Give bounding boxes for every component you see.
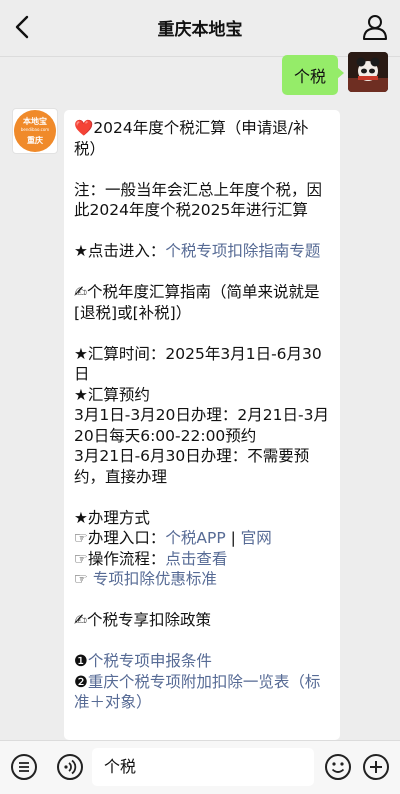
input-bar: 个税	[0, 740, 400, 794]
person-icon[interactable]	[362, 13, 388, 41]
bendibao-logo: 本地宝 bendibao.com 重庆	[14, 110, 56, 152]
message-line: ★点击进入：个税专项扣除指南专题	[74, 241, 330, 262]
message-link[interactable]: 点击查看	[165, 550, 227, 568]
message-line: ★办理方式	[74, 508, 330, 529]
bot-message-bubble[interactable]: ❤️2024年度个税汇算（申请退/补税） 注：一般当年会汇总上年度个税，因此202…	[64, 110, 340, 740]
voice-icon[interactable]	[56, 753, 84, 781]
message-line: ☞办理入口：个税APP | 官网	[74, 528, 330, 549]
user-avatar[interactable]	[348, 52, 388, 92]
message-text: ★汇算预约	[74, 385, 150, 404]
message-input[interactable]: 个税	[92, 748, 314, 786]
logo-brand: 本地宝	[23, 117, 47, 126]
message-line: ☞操作流程：点击查看	[74, 549, 330, 570]
message-line: ❤️2024年度个税汇算（申请退/补税）	[74, 118, 330, 159]
message-text: ✍个税年度汇算指南（简单来说就是[退税]或[补税]）	[74, 283, 320, 322]
message-text: ★汇算时间：2025年3月1日-6月30日	[74, 344, 322, 384]
message-text: 3月21日-6月30日办理：不需要预约，直接办理	[74, 447, 310, 486]
message-text: 注：一般当年会汇总上年度个税，因此2024年度个税2025年进行汇算	[74, 180, 323, 220]
logo-city: 重庆	[27, 136, 43, 145]
user-avatar-image	[348, 52, 388, 92]
message-link[interactable]: 重庆个税专项附加扣除一览表（标准＋对象）	[74, 673, 320, 712]
message-text: ❶	[74, 652, 88, 670]
message-link[interactable]: 个税专项扣除指南专题	[165, 242, 320, 260]
message-text: ☞办理入口：	[74, 529, 166, 547]
message-line: 注：一般当年会汇总上年度个税，因此2024年度个税2025年进行汇算	[74, 180, 330, 221]
user-message-bubble[interactable]: 个税	[281, 55, 345, 95]
menu-list-icon[interactable]	[10, 753, 38, 781]
message-text: ☞	[74, 570, 93, 588]
message-link[interactable]: 专项扣除优惠标准	[93, 570, 217, 588]
chat-title: 重庆本地宝	[157, 20, 243, 40]
heart-icon: ❤️	[74, 119, 94, 137]
message-line: ❶个税专项申报条件	[74, 651, 330, 672]
message-text: 2024年度个税汇算（申请退/补税）	[74, 119, 309, 158]
message-line: ★汇算时间：2025年3月1日-6月30日	[74, 344, 330, 385]
user-message-text: 个税	[293, 67, 326, 86]
logo-url: bendibao.com	[20, 127, 50, 132]
message-line: 3月1日-3月20日办理：2月21日-3月20日每天6:00-22:00预约	[74, 405, 330, 446]
message-line: ☞ 专项扣除优惠标准	[74, 569, 330, 590]
message-line: ❷重庆个税专项附加扣除一览表（标准＋对象）	[74, 672, 330, 713]
bot-avatar[interactable]: 本地宝 bendibao.com 重庆	[12, 108, 58, 154]
message-text: ☞操作流程：	[74, 549, 166, 568]
chat-header: 重庆本地宝	[0, 0, 400, 57]
message-link[interactable]: 个税APP	[165, 529, 225, 547]
message-text: |	[225, 529, 241, 547]
message-text: ★办理方式	[74, 508, 150, 527]
message-text: ✍个税专享扣除政策	[74, 611, 211, 629]
message-text: 3月1日-3月20日办理：2月21日-3月20日每天6:00-22:00预约	[74, 406, 329, 445]
message-link[interactable]: 官网	[241, 529, 272, 547]
emoji-icon[interactable]	[324, 753, 352, 781]
plus-icon[interactable]	[362, 753, 390, 781]
message-line: ★汇算预约	[74, 385, 330, 406]
message-line: ✍个税年度汇算指南（简单来说就是[退税]或[补税]）	[74, 282, 330, 323]
message-link[interactable]: 个税专项申报条件	[88, 652, 212, 670]
message-text: ★点击进入：	[74, 242, 166, 260]
message-text: ❷	[74, 672, 88, 691]
message-line: ✍个税专享扣除政策	[74, 610, 330, 631]
message-line: 3月21日-6月30日办理：不需要预约，直接办理	[74, 446, 330, 487]
